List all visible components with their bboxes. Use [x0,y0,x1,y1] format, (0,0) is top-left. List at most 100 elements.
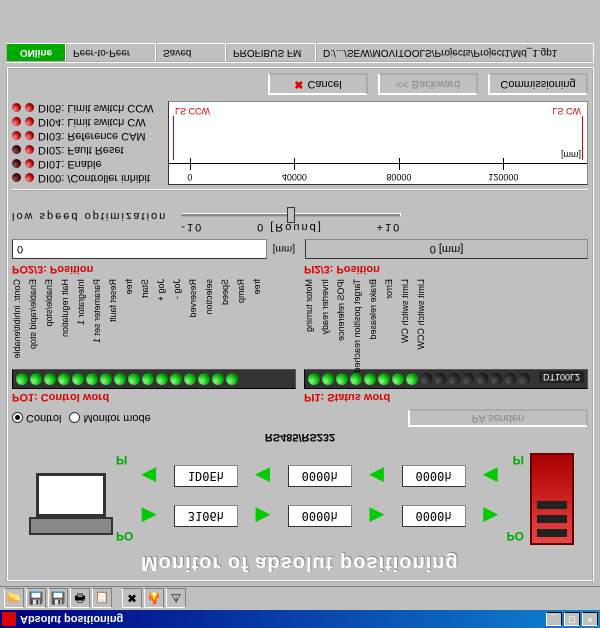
po1-led[interactable] [100,373,112,385]
bit-label: free [252,279,266,367]
cancel-button[interactable]: ✖Cancel [268,73,368,95]
po1-led[interactable] [72,373,84,385]
pi1-led [434,373,446,385]
po1-led[interactable] [114,373,126,385]
optimization-slider[interactable]: -10 0 [Round] +10 [181,199,401,233]
po1-led[interactable] [58,373,70,385]
backward-button[interactable]: << Backward [378,73,478,95]
po1-led[interactable] [198,373,210,385]
bit-label: free [124,279,138,367]
di-led [25,146,34,155]
po1-led[interactable] [184,373,196,385]
di-led [25,118,34,127]
di-label: DI00: /Controller inhibit [38,172,150,184]
po1-led[interactable] [142,373,154,385]
minimize-button[interactable]: _ [546,612,562,626]
pi1-led [308,373,320,385]
di-label: DI01: Enable [38,158,102,170]
app-icon [2,612,16,626]
print-icon[interactable]: 🖶 [70,589,90,609]
di-label: DI04: Limit switch CW [38,116,146,128]
status-online: ONline [6,43,66,62]
di-led [12,104,21,113]
di-row: DI05: Limit switch CCW [12,101,162,115]
maximize-button[interactable]: □ [564,612,580,626]
optimization-row: low speed optimization -10 0 [Round] +10 [12,199,588,233]
title-bar: Absolut positioning _ □ × [0,610,600,628]
bit-label: Target position reached [352,279,366,367]
po-pd2: 0000h [288,505,352,527]
pi1-led [406,373,418,385]
bit-label: Limit switch CW [400,279,414,367]
pi1-led [364,373,376,385]
di-led [25,132,34,141]
po1-led[interactable] [30,373,42,385]
arrow-icon: ◀ [484,466,498,487]
po23-position-input[interactable]: 0 [12,239,267,259]
pi1-led [476,373,488,385]
save-as-icon[interactable]: 💾 [48,589,68,609]
bit-label: Jog + [156,279,170,367]
radio-monitor-mode[interactable]: Monitor mode [69,412,150,424]
di-row: DI02: Fault Reset [12,143,162,157]
bus-diagram: PO PO PI PI ▶ 3106h ▶ 0000h ▶ 0000h ▶ ◀ … [12,445,588,545]
pi1-led [448,373,460,385]
di-label: DI03: Reference CAM [38,130,146,142]
pi1-led [490,373,502,385]
bit-label: Error [384,279,398,367]
pi-pd3: 0000h [402,465,466,487]
ls-cw-marker: LS CW [552,106,581,116]
po23-header: PO2/3: Position [12,263,296,275]
po23-unit: [mm] [273,244,295,255]
bit-label: Brake released [368,279,382,367]
radio-control[interactable]: Control [12,412,61,424]
copy-icon[interactable]: 📋 [92,589,112,609]
toolbar: 📂 💾 💾 🖶 📋 ✖ 🔥 ⚠ [0,586,600,610]
arrow-icon: ◀ [142,466,156,487]
bit-label: Ramp [236,279,250,367]
pa-senden-button[interactable]: PA senden [408,409,588,427]
window-title: Absolut positioning [20,613,544,625]
po1-led[interactable] [212,373,224,385]
disable-icon[interactable]: ✖ [122,589,142,609]
di-led [25,174,34,183]
di-led [25,104,34,113]
bit-label: Inverter ready [320,279,334,367]
arrow-icon: ◀ [370,466,384,487]
save-icon[interactable]: 💾 [26,589,46,609]
arrow-icon: ▶ [142,506,156,527]
bit-label: Start [140,279,154,367]
arrow-icon: ▶ [370,506,384,527]
fire-icon[interactable]: 🔥 [144,589,164,609]
commissioning-button[interactable]: Commissioning [488,73,588,95]
pi1-led [420,373,432,385]
po-label-right: PO [507,529,524,543]
di-row: DI00: /Controller inhibit [12,171,162,185]
open-icon[interactable]: 📂 [4,589,24,609]
device-chip: DT100L2 [539,371,584,383]
warning-icon[interactable]: ⚠ [166,589,186,609]
tick-label: 120000 [488,172,518,182]
po1-led[interactable] [128,373,140,385]
arrow-icon: ▶ [256,506,270,527]
arrow-icon: ◀ [256,466,270,487]
drive-icon [530,453,574,545]
pi23-header: PI2/3: Position [304,263,588,275]
di-led [25,160,34,169]
pi1-header: PI1: Status word [304,391,588,403]
close-button[interactable]: × [582,612,598,626]
po1-led[interactable] [16,373,28,385]
bit-label: IPOS reference [336,279,350,367]
di-row: DI04: Limit switch CW [12,115,162,129]
status-bus: PROFIBUS FM [226,43,316,62]
optimization-label: low speed optimization [12,210,167,222]
po1-led[interactable] [86,373,98,385]
po1-led[interactable] [170,373,182,385]
po1-led[interactable] [226,373,238,385]
po1-led[interactable] [156,373,168,385]
pi-label-left: PI [116,453,127,467]
po1-led[interactable] [44,373,56,385]
bit-label: Limit switch CCW [416,279,430,367]
pi23-position-value: 0 [mm] [305,239,588,259]
po1-led-strip [12,369,296,389]
